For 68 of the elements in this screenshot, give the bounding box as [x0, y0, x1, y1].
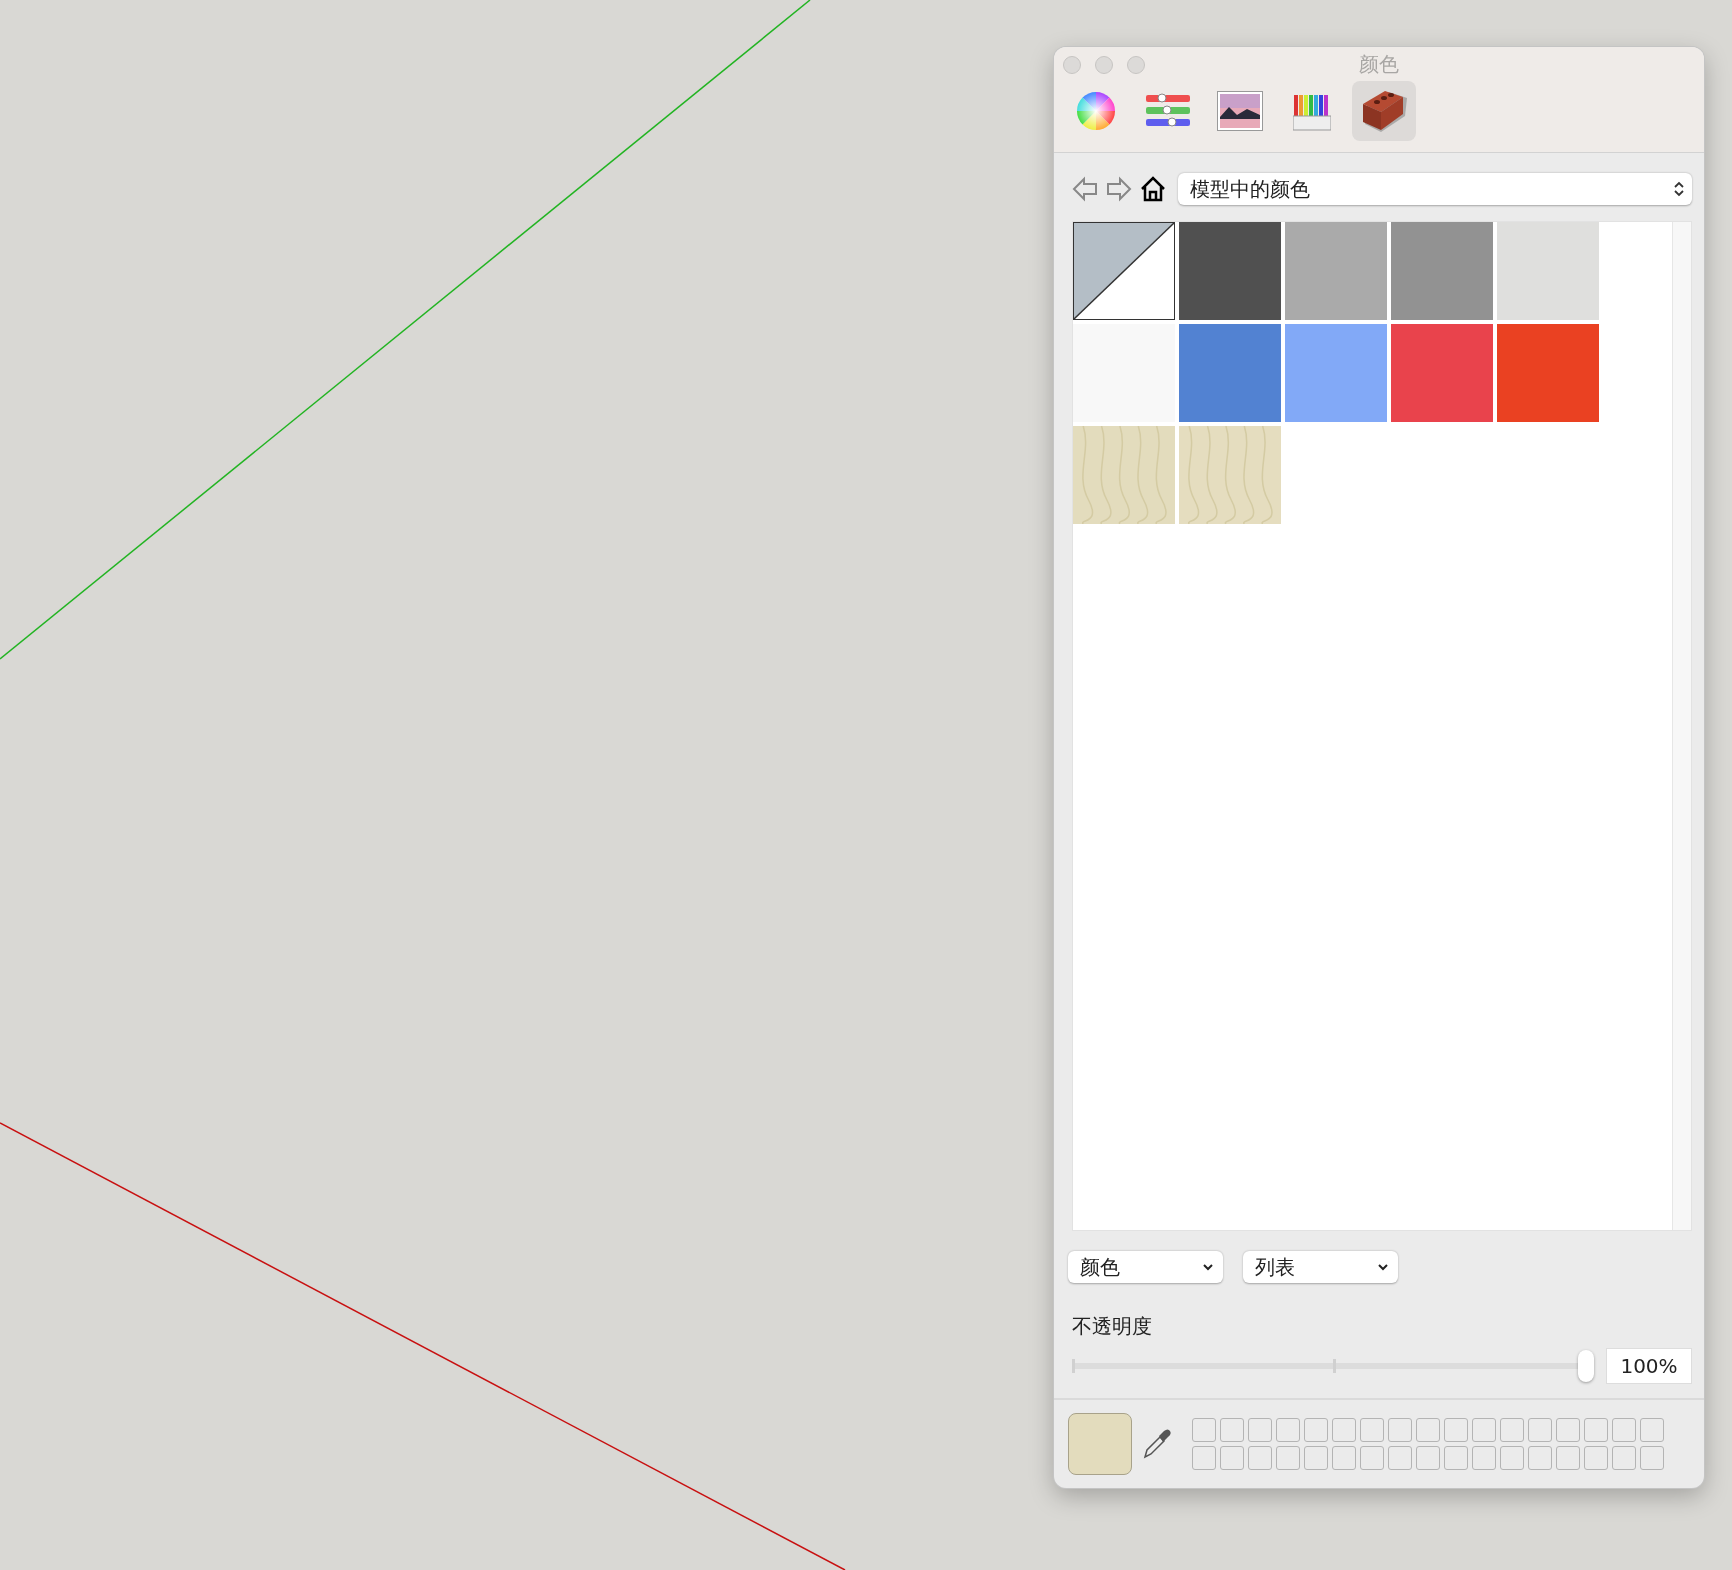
empty-color-well[interactable] — [1500, 1446, 1524, 1470]
empty-color-well[interactable] — [1248, 1446, 1272, 1470]
color-swatch[interactable] — [1497, 222, 1599, 320]
color-swatch[interactable] — [1179, 222, 1281, 320]
texture-swatch[interactable] — [1073, 426, 1175, 524]
empty-color-well[interactable] — [1584, 1418, 1608, 1442]
chevron-down-icon — [1378, 1263, 1388, 1271]
empty-color-well[interactable] — [1556, 1418, 1580, 1442]
empty-color-well[interactable] — [1472, 1446, 1496, 1470]
color-swatch[interactable] — [1391, 324, 1493, 422]
chevron-down-icon — [1203, 1263, 1213, 1271]
empty-color-well[interactable] — [1388, 1418, 1412, 1442]
empty-color-well[interactable] — [1528, 1418, 1552, 1442]
empty-color-well[interactable] — [1220, 1418, 1244, 1442]
empty-color-well[interactable] — [1612, 1446, 1636, 1470]
empty-color-well[interactable] — [1248, 1418, 1272, 1442]
empty-color-well[interactable] — [1472, 1418, 1496, 1442]
image-palette-icon — [1217, 91, 1263, 131]
color-swatch[interactable] — [1285, 222, 1387, 320]
empty-color-well[interactable] — [1388, 1446, 1412, 1470]
window-control[interactable] — [1095, 56, 1113, 74]
empty-color-well[interactable] — [1556, 1446, 1580, 1470]
empty-color-well[interactable] — [1192, 1446, 1216, 1470]
empty-color-well[interactable] — [1360, 1446, 1384, 1470]
texture-swatch[interactable] — [1179, 426, 1281, 524]
back-arrow-icon[interactable] — [1072, 176, 1098, 202]
empty-color-well[interactable] — [1276, 1446, 1300, 1470]
window-title: 颜色 — [1359, 50, 1399, 78]
current-color-well — [1068, 1413, 1132, 1475]
empty-color-well[interactable] — [1416, 1446, 1440, 1470]
empty-color-well[interactable] — [1612, 1418, 1636, 1442]
dropdown-menu[interactable]: 颜色 — [1068, 1251, 1223, 1283]
opacity-value-field[interactable]: 100% — [1606, 1348, 1692, 1384]
collection-dropdown[interactable]: 模型中的颜色 — [1178, 173, 1692, 205]
empty-color-well[interactable] — [1640, 1446, 1664, 1470]
empty-color-well[interactable] — [1640, 1418, 1664, 1442]
empty-color-well[interactable] — [1416, 1418, 1440, 1442]
empty-color-well[interactable] — [1444, 1418, 1468, 1442]
updown-chevron-icon — [1674, 180, 1684, 198]
palette-tab[interactable] — [1352, 81, 1416, 141]
opacity-label: 不透明度 — [1072, 1313, 1153, 1340]
window-control[interactable] — [1063, 56, 1081, 74]
empty-color-well[interactable] — [1500, 1418, 1524, 1442]
empty-color-well[interactable] — [1276, 1418, 1300, 1442]
color-swatch[interactable] — [1391, 222, 1493, 320]
empty-color-well[interactable] — [1584, 1446, 1608, 1470]
color-swatch[interactable] — [1073, 324, 1175, 422]
eyedropper-icon[interactable] — [1142, 1428, 1172, 1460]
empty-color-well[interactable] — [1360, 1418, 1384, 1442]
empty-color-well[interactable] — [1528, 1446, 1552, 1470]
color-swatch[interactable] — [1073, 222, 1175, 320]
empty-color-well[interactable] — [1332, 1418, 1356, 1442]
home-icon[interactable] — [1140, 176, 1166, 202]
dropdown-menu[interactable]: 列表 — [1243, 1251, 1398, 1283]
window-control[interactable] — [1127, 56, 1145, 74]
empty-color-well[interactable] — [1192, 1418, 1216, 1442]
forward-arrow-icon[interactable] — [1106, 176, 1132, 202]
color-swatch[interactable] — [1179, 324, 1281, 422]
empty-color-well[interactable] — [1304, 1446, 1328, 1470]
color-swatch[interactable] — [1497, 324, 1599, 422]
slider-thumb[interactable] — [1578, 1350, 1594, 1382]
empty-color-well[interactable] — [1444, 1446, 1468, 1470]
color-wheel-icon — [1076, 91, 1116, 131]
empty-color-well[interactable] — [1220, 1446, 1244, 1470]
color-swatch[interactable] — [1285, 324, 1387, 422]
empty-color-well[interactable] — [1332, 1446, 1356, 1470]
color-sliders-icon — [1146, 93, 1190, 129]
empty-color-well[interactable] — [1304, 1418, 1328, 1442]
